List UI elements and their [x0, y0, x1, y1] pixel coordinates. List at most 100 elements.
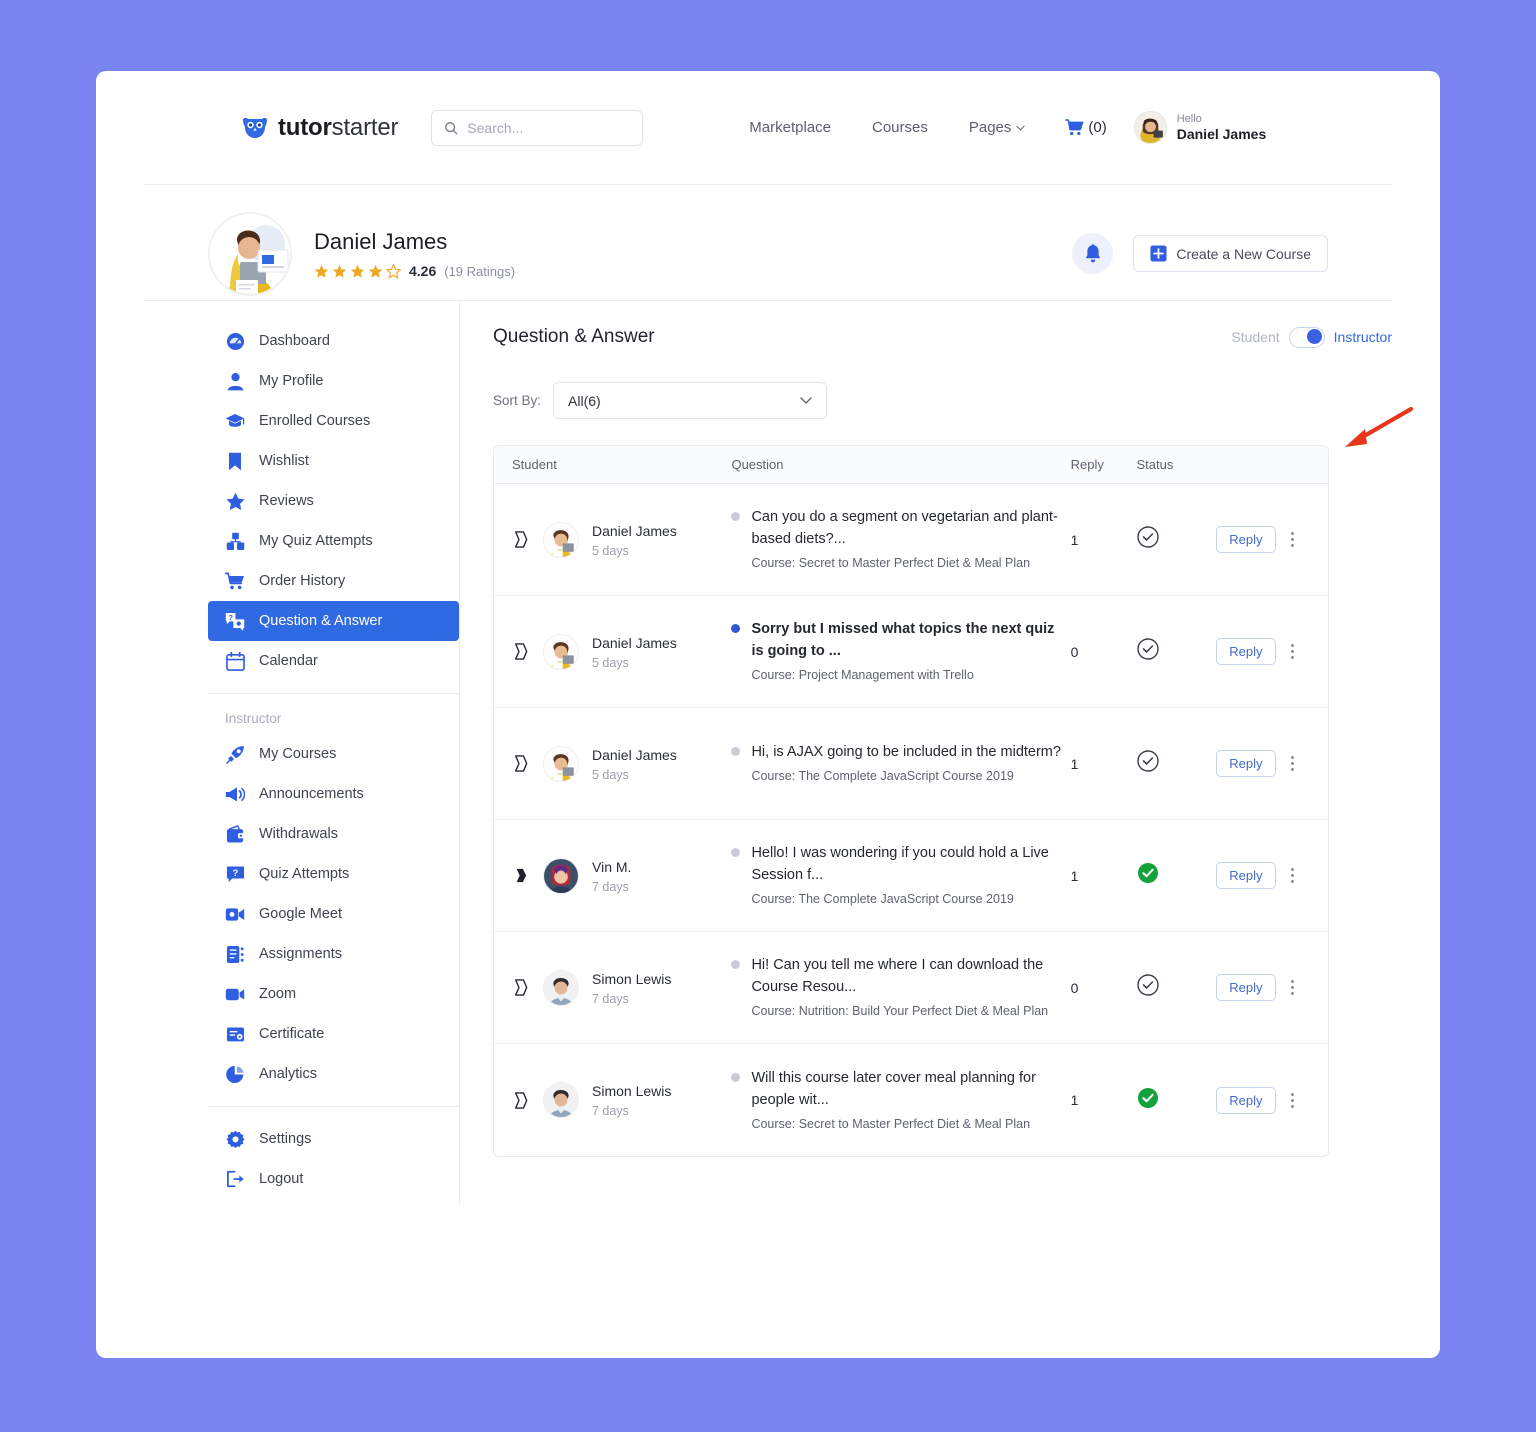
sidebar-item-google-meet[interactable]: Google Meet — [208, 894, 459, 934]
user-menu[interactable]: Hello Daniel James — [1134, 111, 1267, 144]
table-row[interactable]: Daniel James 5 days Can you do a segment… — [494, 484, 1328, 596]
status-badge-solved-icon[interactable] — [1136, 1097, 1160, 1114]
chevron-right-icon[interactable] — [512, 643, 530, 660]
question-text[interactable]: Hi, is AJAX going to be included in the … — [751, 741, 1061, 763]
create-new-course-button[interactable]: Create a New Course — [1133, 235, 1328, 272]
more-options-icon[interactable] — [1288, 1089, 1297, 1112]
role-toggle-student-label[interactable]: Student — [1231, 329, 1279, 345]
cart-button[interactable]: (0) — [1065, 119, 1106, 136]
cell-question: Hello! I was wondering if you could hold… — [731, 842, 1070, 909]
user-avatar-image — [1135, 112, 1166, 143]
avatar — [543, 970, 579, 1006]
question-text[interactable]: Can you do a segment on vegetarian and p… — [751, 506, 1064, 550]
sidebar-item-logout[interactable]: Logout — [208, 1159, 459, 1199]
more-options-icon[interactable] — [1288, 864, 1297, 887]
nav-link-marketplace[interactable]: Marketplace — [749, 119, 831, 136]
profile-actions: Create a New Course — [1072, 233, 1328, 274]
chevron-right-icon[interactable] — [512, 1092, 530, 1109]
cell-student: Simon Lewis 7 days — [494, 1082, 731, 1118]
sidebar-item-wishlist[interactable]: Wishlist — [208, 441, 459, 481]
status-badge-pending-icon[interactable] — [1136, 648, 1160, 665]
sidebar-item-analytics[interactable]: Analytics — [208, 1054, 459, 1094]
sidebar-item-question-answer-label: Question & Answer — [259, 613, 382, 629]
role-toggle-instructor-label[interactable]: Instructor — [1334, 329, 1392, 345]
reply-button[interactable]: Reply — [1216, 750, 1275, 777]
sidebar-item-quiz-attempts[interactable]: ? Quiz Attempts — [208, 854, 459, 894]
sidebar-item-settings[interactable]: Settings — [208, 1119, 459, 1159]
sidebar-item-my-courses[interactable]: My Courses — [208, 734, 459, 774]
table-row[interactable]: Simon Lewis 7 days Hi! Can you tell me w… — [494, 932, 1328, 1044]
reply-button[interactable]: Reply — [1216, 862, 1275, 889]
notifications-button[interactable] — [1072, 233, 1113, 274]
sidebar-item-enrolled-courses[interactable]: Enrolled Courses — [208, 401, 459, 441]
chevron-right-icon[interactable] — [512, 867, 530, 884]
sidebar-item-order-history[interactable]: Order History — [208, 561, 459, 601]
sidebar-item-question-answer[interactable]: ? Question & Answer — [208, 601, 459, 641]
sidebar-item-zoom[interactable]: Zoom — [208, 974, 459, 1014]
reply-button[interactable]: Reply — [1216, 1087, 1275, 1114]
status-badge-pending-icon[interactable] — [1136, 536, 1160, 553]
create-new-course-label: Create a New Course — [1176, 246, 1311, 262]
avatar — [1134, 111, 1167, 144]
question-body: Can you do a segment on vegetarian and p… — [751, 506, 1064, 573]
sidebar-item-analytics-label: Analytics — [259, 1066, 317, 1082]
cell-actions: Reply — [1216, 638, 1328, 665]
chevron-right-icon[interactable] — [512, 531, 530, 548]
qa-icon: ? — [225, 611, 245, 631]
chevron-right-icon[interactable] — [512, 755, 530, 772]
star-icon-filled — [350, 264, 365, 279]
more-options-icon[interactable] — [1288, 640, 1297, 663]
sidebar-item-my-profile-label: My Profile — [259, 373, 323, 389]
question-course: Course: The Complete JavaScript Course 2… — [751, 766, 1061, 786]
table-row[interactable]: Simon Lewis 7 days Will this course late… — [494, 1044, 1328, 1156]
sidebar-item-my-profile[interactable]: My Profile — [208, 361, 459, 401]
nav-link-marketplace-label: Marketplace — [749, 119, 831, 136]
sidebar-item-dashboard[interactable]: Dashboard — [208, 321, 459, 361]
app-window: tutorstarter Search... Marketplace Cours… — [96, 71, 1440, 1358]
status-badge-pending-icon[interactable] — [1136, 760, 1160, 777]
search-input[interactable]: Search... — [431, 110, 643, 146]
table-row[interactable]: Daniel James 5 days Hi, is AJAX going to… — [494, 708, 1328, 820]
more-options-icon[interactable] — [1288, 752, 1297, 775]
gear-icon — [225, 1129, 245, 1149]
sidebar-item-announcements[interactable]: Announcements — [208, 774, 459, 814]
table-row[interactable]: Daniel James 5 days Sorry but I missed w… — [494, 596, 1328, 708]
reply-button[interactable]: Reply — [1216, 526, 1275, 553]
question-text[interactable]: Will this course later cover meal planni… — [751, 1067, 1064, 1111]
logout-icon — [225, 1169, 245, 1189]
nav-link-courses[interactable]: Courses — [872, 119, 928, 136]
sidebar-item-assignments[interactable]: Assignments — [208, 934, 459, 974]
question-text[interactable]: Sorry but I missed what topics the next … — [751, 618, 1064, 662]
rating-count: (19 Ratings) — [444, 264, 515, 279]
sidebar-item-my-quiz-attempts[interactable]: My Quiz Attempts — [208, 521, 459, 561]
sidebar-item-order-history-label: Order History — [259, 573, 345, 589]
column-header-reply: Reply — [1071, 457, 1137, 472]
role-toggle[interactable]: Student Instructor — [1231, 327, 1392, 348]
brand-logo-link[interactable]: tutorstarter — [241, 114, 398, 142]
sort-by-value: All(6) — [568, 393, 601, 409]
sidebar-item-reviews[interactable]: Reviews — [208, 481, 459, 521]
question-text[interactable]: Hi! Can you tell me where I can download… — [751, 954, 1064, 998]
chevron-right-icon[interactable] — [512, 979, 530, 996]
table-row[interactable]: Vin M. 7 days Hello! I was wondering if … — [494, 820, 1328, 932]
question-course: Course: Project Management with Trello — [751, 665, 1064, 685]
status-badge-solved-icon[interactable] — [1136, 872, 1160, 889]
sidebar-item-withdrawals[interactable]: Withdrawals — [208, 814, 459, 854]
sidebar-item-calendar[interactable]: Calendar — [208, 641, 459, 681]
more-options-icon[interactable] — [1288, 528, 1297, 551]
star-icon-filled — [314, 264, 329, 279]
sidebar-item-my-courses-label: My Courses — [259, 746, 336, 762]
role-toggle-switch[interactable] — [1289, 327, 1325, 348]
question-text[interactable]: Hello! I was wondering if you could hold… — [751, 842, 1064, 886]
nav-link-pages[interactable]: Pages — [969, 119, 1026, 136]
cart-icon — [225, 571, 245, 591]
reply-button[interactable]: Reply — [1216, 974, 1275, 1001]
student-time: 7 days — [592, 880, 631, 894]
reply-button[interactable]: Reply — [1216, 638, 1275, 665]
sort-by-select[interactable]: All(6) — [553, 382, 827, 419]
more-options-icon[interactable] — [1288, 976, 1297, 999]
student-name: Vin M. — [592, 858, 631, 877]
student-info: Simon Lewis 7 days — [592, 970, 671, 1006]
sidebar-item-certificate[interactable]: Certificate — [208, 1014, 459, 1054]
status-badge-pending-icon[interactable] — [1136, 984, 1160, 1001]
